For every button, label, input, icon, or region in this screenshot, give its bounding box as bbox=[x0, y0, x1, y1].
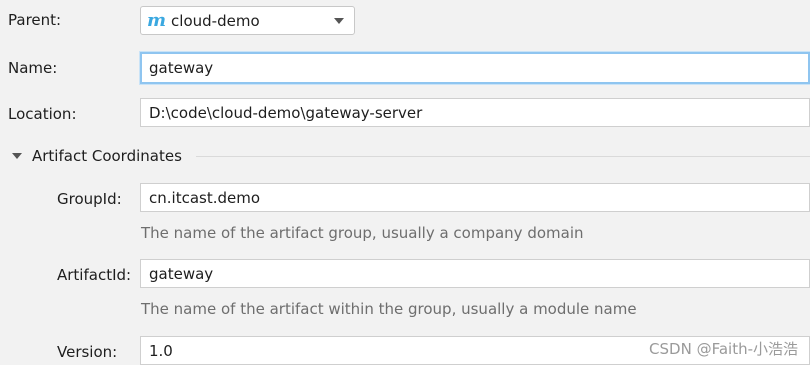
artifactid-input[interactable]: gateway bbox=[140, 259, 810, 288]
groupid-hint: The name of the artifact group, usually … bbox=[141, 224, 584, 242]
location-label: Location: bbox=[8, 105, 77, 123]
parent-dropdown[interactable]: m cloud-demo bbox=[140, 6, 355, 35]
artifactid-label: ArtifactId: bbox=[57, 266, 132, 284]
parent-label: Parent: bbox=[8, 11, 62, 29]
name-label: Name: bbox=[8, 59, 58, 77]
location-value: D:\code\cloud-demo\gateway-server bbox=[149, 103, 423, 122]
section-divider bbox=[196, 156, 810, 157]
location-input[interactable]: D:\code\cloud-demo\gateway-server bbox=[140, 98, 810, 127]
name-input[interactable]: gateway bbox=[140, 52, 810, 84]
version-value: 1.0 bbox=[149, 341, 173, 360]
groupid-label: GroupId: bbox=[57, 190, 122, 208]
csdn-watermark: CSDN @Faith-小浩浩 bbox=[649, 340, 798, 358]
collapse-arrow-icon[interactable] bbox=[12, 153, 22, 159]
name-value: gateway bbox=[149, 59, 214, 77]
version-label: Version: bbox=[57, 343, 118, 361]
groupid-value: cn.itcast.demo bbox=[149, 188, 261, 207]
artifactid-hint: The name of the artifact within the grou… bbox=[141, 300, 637, 318]
groupid-input[interactable]: cn.itcast.demo bbox=[140, 183, 810, 212]
artifact-coordinates-title[interactable]: Artifact Coordinates bbox=[32, 147, 182, 165]
maven-m-icon: m bbox=[147, 9, 167, 31]
parent-value: cloud-demo bbox=[171, 11, 260, 30]
artifactid-value: gateway bbox=[149, 264, 214, 283]
chevron-down-icon bbox=[334, 18, 344, 24]
